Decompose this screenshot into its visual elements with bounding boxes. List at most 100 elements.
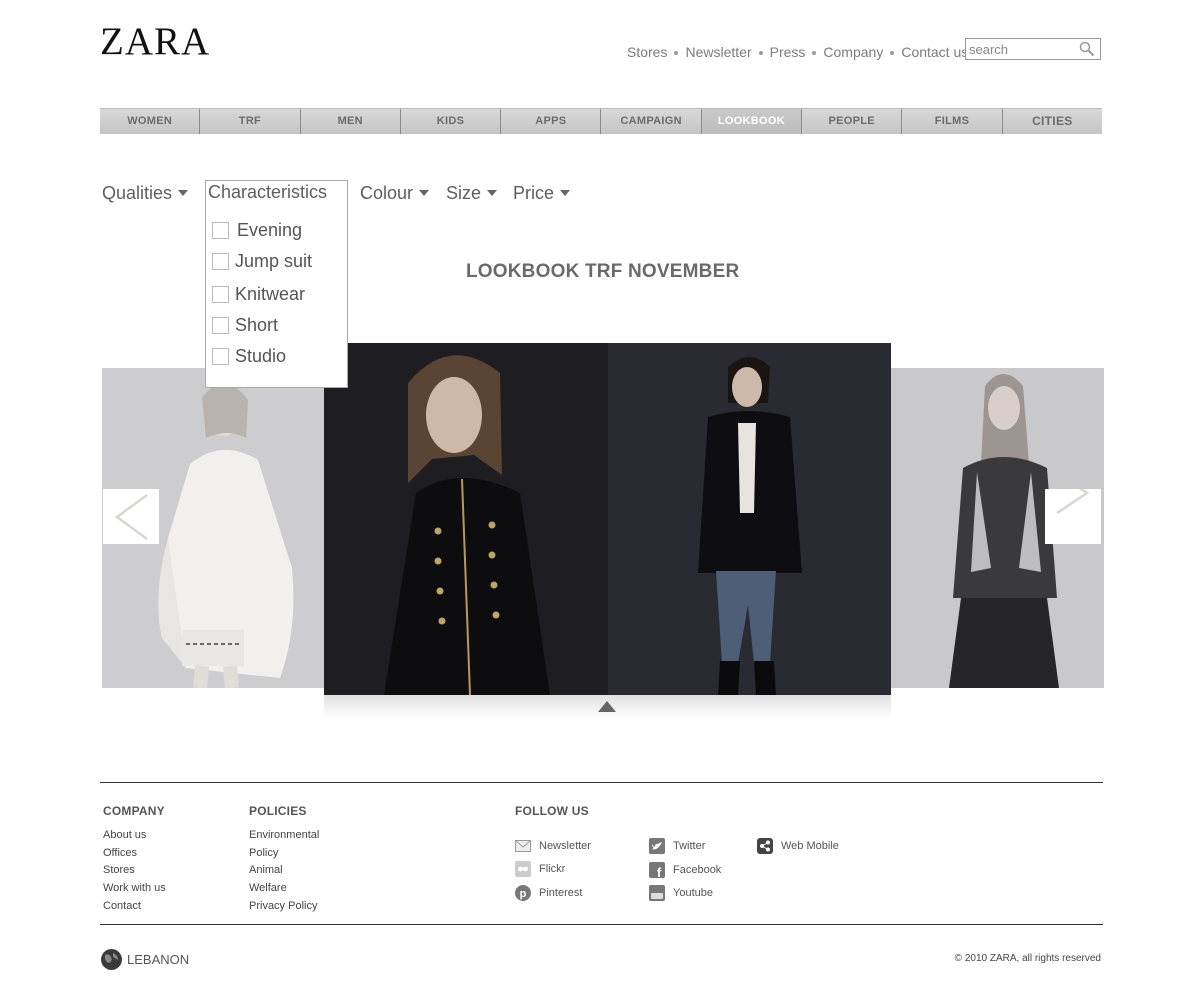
nav-women[interactable]: WOMEN (100, 109, 201, 134)
contact-us-link[interactable]: Contact us (901, 44, 968, 60)
size-filter[interactable]: Size (446, 183, 498, 204)
svg-text:f: f (657, 865, 662, 878)
nav-kids[interactable]: KIDS (401, 109, 502, 134)
option-label: Evening (237, 220, 303, 240)
previous-arrow-button[interactable] (103, 489, 159, 544)
characteristics-dropdown: Characteristics Evening Jump suit Knitwe… (205, 180, 348, 388)
search-input[interactable] (966, 39, 1074, 59)
newsletter-link[interactable]: Newsletter (685, 44, 751, 60)
option-evening[interactable]: Evening (212, 220, 302, 241)
option-label: Short (235, 315, 279, 335)
option-jump-suit[interactable]: Jump suit (212, 251, 312, 272)
facebook-icon: f (649, 862, 665, 878)
carousel-footer (324, 695, 891, 719)
top-links: Stores Newsletter Press Company Contact … (627, 44, 968, 60)
checkbox[interactable] (212, 222, 229, 239)
link-separator (674, 51, 679, 55)
nav-campaign[interactable]: CAMPAIGN (601, 109, 702, 134)
option-label: Studio (235, 346, 287, 366)
footer-divider (100, 924, 1103, 925)
youtube-icon (649, 885, 665, 901)
checkbox[interactable] (212, 286, 229, 303)
nav-apps[interactable]: APPS (501, 109, 602, 134)
social-label: Youtube (673, 887, 713, 899)
option-short[interactable]: Short (212, 315, 278, 336)
work-with-us-link[interactable]: Work with us (103, 882, 166, 894)
pinterest-social-link[interactable]: p Pinterest (515, 885, 582, 901)
chevron-left-icon (114, 493, 148, 541)
twitter-icon (649, 838, 665, 854)
environmental-link[interactable]: Environmental (249, 829, 319, 841)
offices-link[interactable]: Offices (103, 847, 137, 859)
follow-us-heading: FOLLOW US (515, 804, 589, 818)
nav-lookbook[interactable]: LOOKBOOK (701, 109, 803, 134)
nav-films[interactable]: FILMS (902, 109, 1003, 134)
checkbox[interactable] (212, 317, 229, 334)
country-label: LEBANON (127, 952, 190, 967)
flickr-icon (515, 861, 531, 877)
chevron-down-icon (560, 190, 571, 197)
stores-footer-link[interactable]: Stores (103, 864, 135, 876)
facebook-social-link[interactable]: f Facebook (649, 862, 721, 878)
nav-trf[interactable]: TRF (200, 109, 301, 134)
country-selector[interactable]: LEBANON (101, 949, 189, 970)
flickr-social-link[interactable]: Flickr (515, 861, 565, 877)
stores-link[interactable]: Stores (627, 44, 667, 60)
company-heading: COMPANY (103, 804, 165, 818)
checkbox[interactable] (212, 253, 229, 270)
expand-up-icon[interactable] (598, 701, 616, 712)
youtube-social-link[interactable]: Youtube (649, 885, 713, 901)
size-label: Size (446, 183, 482, 203)
main-nav: WOMEN TRF MEN KIDS APPS CAMPAIGN LOOKBOO… (100, 108, 1102, 134)
main-look-image[interactable] (324, 343, 891, 695)
link-separator (812, 51, 817, 55)
option-label: Jump suit (235, 251, 313, 271)
link-separator (890, 51, 895, 55)
footer-divider (100, 782, 1103, 783)
search-box (965, 38, 1101, 60)
chevron-right-icon (1056, 471, 1090, 515)
svg-text:p: p (520, 888, 527, 900)
chevron-down-icon (178, 190, 189, 197)
newsletter-social-link[interactable]: Newsletter (515, 838, 591, 854)
twitter-social-link[interactable]: Twitter (649, 838, 705, 854)
next-arrow-button[interactable] (1045, 471, 1101, 544)
qualities-filter[interactable]: Qualities (102, 183, 189, 204)
price-label: Price (513, 183, 555, 203)
qualities-label: Qualities (102, 183, 173, 203)
social-label: Web Mobile (781, 840, 839, 852)
nav-cities[interactable]: CITIES (1003, 109, 1102, 134)
chevron-down-icon (487, 190, 498, 197)
chevron-down-icon (419, 190, 430, 197)
models-black-coats-illustration (324, 343, 891, 695)
price-filter[interactable]: Price (513, 183, 571, 204)
web-mobile-link[interactable]: Web Mobile (757, 838, 839, 854)
option-knitwear[interactable]: Knitwear (212, 284, 305, 305)
privacy-policy-link[interactable]: Privacy Policy (249, 900, 317, 912)
characteristics-filter[interactable]: Characteristics (208, 182, 327, 203)
press-link[interactable]: Press (770, 44, 806, 60)
social-label: Twitter (673, 840, 706, 852)
globe-icon (101, 949, 122, 970)
animal-link[interactable]: Animal (249, 864, 283, 876)
nav-men[interactable]: MEN (301, 109, 401, 134)
mail-icon (515, 840, 531, 852)
social-label: Flickr (539, 863, 566, 875)
pinterest-icon: p (515, 885, 531, 901)
checkbox[interactable] (212, 348, 229, 365)
colour-filter[interactable]: Colour (360, 183, 430, 204)
nav-people[interactable]: PEOPLE (802, 109, 903, 134)
link-separator (758, 51, 763, 55)
option-studio[interactable]: Studio (212, 346, 286, 367)
zara-logo[interactable]: ZARA (100, 22, 210, 61)
policy-link[interactable]: Policy (249, 847, 278, 859)
social-label: Newsletter (539, 840, 591, 852)
about-us-link[interactable]: About us (103, 829, 146, 841)
company-link[interactable]: Company (823, 44, 883, 60)
contact-link[interactable]: Contact (103, 900, 141, 912)
social-label: Pinterest (539, 887, 583, 899)
characteristics-label: Characteristics (208, 182, 328, 202)
welfare-link[interactable]: Welfare (249, 882, 287, 894)
search-icon[interactable] (1079, 41, 1095, 57)
colour-label: Colour (360, 183, 414, 203)
